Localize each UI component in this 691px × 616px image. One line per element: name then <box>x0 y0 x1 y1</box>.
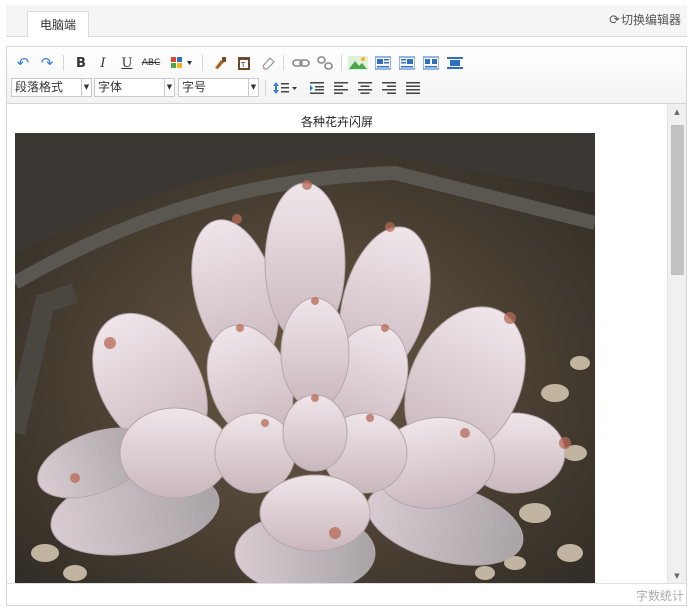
color-grid-icon <box>171 57 192 68</box>
rich-text-editor: ↶ ↷ B I U ABC T 段落格式 ▼ 字体 ▼ 字号 ▼ 各种花卉闪屏 … <box>6 46 687 606</box>
align-center-icon <box>358 82 372 94</box>
toolbar-divider <box>341 55 342 71</box>
scroll-up-icon[interactable]: ▲ <box>668 104 686 120</box>
chevron-down-icon: ▼ <box>164 79 174 96</box>
editor-toolbar: ↶ ↷ B I U ABC T 段落格式 ▼ 字体 ▼ 字号 ▼ <box>7 47 686 104</box>
align-center-button[interactable] <box>355 78 375 98</box>
align-justify-button[interactable] <box>403 78 423 98</box>
toolbar-divider <box>283 55 284 71</box>
align-right-button[interactable] <box>379 78 399 98</box>
font-size-value: 字号 <box>182 80 207 94</box>
editor-content-area[interactable]: 各种花卉闪屏 <box>7 104 667 584</box>
word-count-label: 字数统计 <box>635 589 684 603</box>
scroll-down-icon[interactable]: ▼ <box>668 568 686 584</box>
paragraph-format-select[interactable]: 段落格式 ▼ <box>11 78 92 97</box>
toolbar-divider <box>63 55 64 71</box>
image-center-icon[interactable] <box>421 53 441 73</box>
svg-text:T: T <box>240 61 246 69</box>
succulent-photo <box>15 133 595 584</box>
link-icon[interactable] <box>291 53 311 73</box>
font-family-select[interactable]: 字体 ▼ <box>94 78 175 97</box>
toolbar-divider <box>265 80 266 96</box>
font-color-button[interactable] <box>168 53 196 73</box>
align-right-icon <box>382 82 396 94</box>
clear-format-icon[interactable] <box>258 53 278 73</box>
strikethrough-button[interactable]: ABC <box>141 53 161 73</box>
paste-plain-icon[interactable]: T <box>234 53 254 73</box>
chevron-down-icon: ▼ <box>81 79 91 96</box>
unlink-icon[interactable] <box>315 53 335 73</box>
line-height-button[interactable] <box>272 78 300 98</box>
editor-tab-bar: 电脑端 ⟳切换编辑器 <box>6 5 687 37</box>
indent-button[interactable] <box>307 78 327 98</box>
tab-desktop[interactable]: 电脑端 <box>27 11 89 37</box>
redo-icon[interactable]: ↷ <box>37 53 57 73</box>
insert-image-icon[interactable] <box>347 53 369 73</box>
indent-icon <box>310 82 324 94</box>
image-left-icon[interactable] <box>373 53 393 73</box>
scrollbar-thumb[interactable] <box>671 125 684 275</box>
undo-icon[interactable]: ↶ <box>13 53 33 73</box>
italic-button[interactable]: I <box>93 53 113 73</box>
align-justify-icon <box>406 82 420 94</box>
bold-button[interactable]: B <box>71 53 91 73</box>
image-right-icon[interactable] <box>397 53 417 73</box>
chevron-down-icon: ▼ <box>248 79 258 96</box>
switch-editor-label: 切换编辑器 <box>620 13 681 27</box>
align-left-button[interactable] <box>331 78 351 98</box>
editor-status-bar: 字数统计 <box>7 583 686 605</box>
underline-button[interactable]: U <box>117 53 137 73</box>
font-family-value: 字体 <box>98 80 123 94</box>
format-painter-icon[interactable] <box>210 53 230 73</box>
vertical-scrollbar[interactable]: ▲ ▼ <box>667 104 686 584</box>
refresh-icon: ⟳ <box>609 13 620 28</box>
toolbar-divider <box>202 55 203 71</box>
paragraph-format-value: 段落格式 <box>15 80 64 94</box>
switch-editor-button[interactable]: ⟳切换编辑器 <box>609 12 681 29</box>
align-left-icon <box>334 82 348 94</box>
font-size-select[interactable]: 字号 ▼ <box>178 78 259 97</box>
image-block-icon[interactable] <box>445 53 465 73</box>
line-height-icon <box>273 82 297 94</box>
image-caption: 各种花卉闪屏 <box>300 115 373 129</box>
